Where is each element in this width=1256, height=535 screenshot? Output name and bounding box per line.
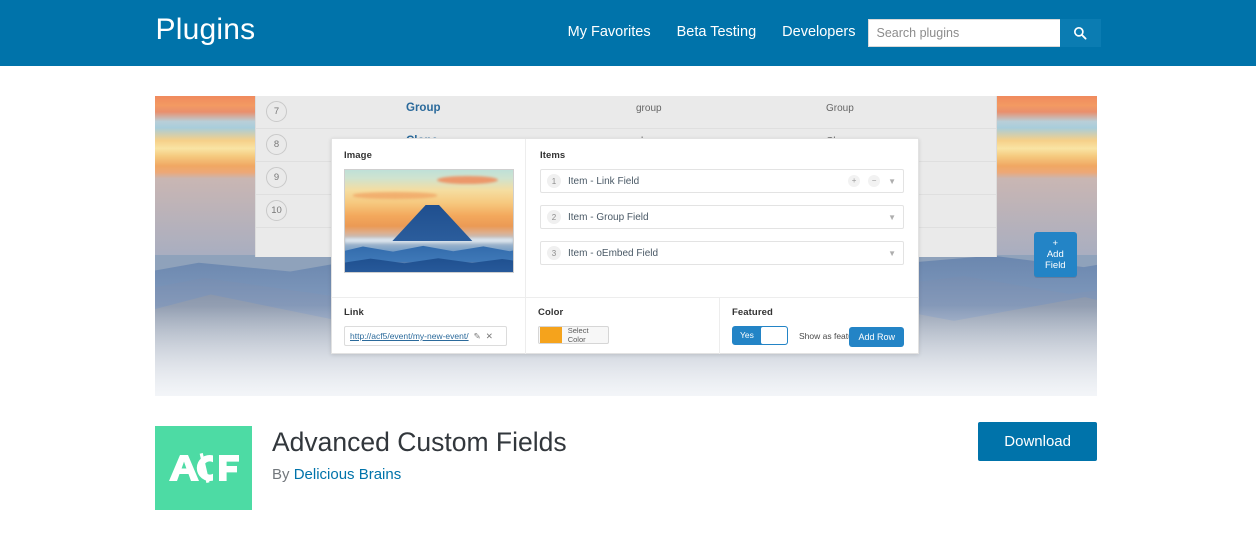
- list-item[interactable]: 2 Item - Group Field ▼: [540, 205, 904, 229]
- add-field-button[interactable]: + Add Field: [1034, 232, 1077, 277]
- primary-nav: My Favorites Beta Testing Developers: [568, 24, 856, 40]
- toggle-knob: [760, 327, 787, 344]
- item-label: Item - Link Field: [568, 175, 640, 187]
- nav-item-beta-testing[interactable]: Beta Testing: [677, 24, 757, 40]
- row-name: group: [636, 103, 662, 114]
- plugin-name: Advanced Custom Fields: [272, 427, 567, 457]
- item-number: 1: [547, 174, 561, 188]
- color-field-group: Color Select Color: [526, 298, 720, 354]
- plugin-logo: [155, 426, 252, 510]
- link-url-text[interactable]: http://acf5/event/my-new-event/: [350, 331, 469, 341]
- search-button[interactable]: [1059, 19, 1101, 47]
- add-row-button[interactable]: Add Row: [849, 327, 904, 347]
- plugin-banner: 7 Group group Group 8 Clone clone Clone …: [155, 96, 1097, 396]
- search-form: [867, 19, 1101, 47]
- caret-down-icon[interactable]: ▼: [888, 249, 896, 258]
- minus-icon[interactable]: −: [868, 175, 881, 187]
- toggle-on-label: Yes: [740, 330, 754, 340]
- featured-field-label: Featured: [732, 307, 773, 318]
- item-label: Item - Group Field: [568, 211, 649, 223]
- color-picker-button[interactable]: Select Color: [538, 326, 609, 344]
- search-input[interactable]: [867, 19, 1060, 47]
- featured-toggle[interactable]: Yes: [732, 326, 788, 345]
- items-field-group: Items 1 Item - Link Field + − ▼ 2 Item -…: [526, 139, 918, 347]
- row-number: 9: [266, 167, 287, 188]
- pencil-icon[interactable]: ✎: [474, 331, 481, 342]
- plugin-author-link[interactable]: Delicious Brains: [294, 466, 402, 483]
- nav-item-developers[interactable]: Developers: [782, 24, 855, 40]
- site-header: Plugins My Favorites Beta Testing Develo…: [0, 0, 1256, 66]
- page-title: Plugins: [155, 13, 256, 46]
- plugin-summary: Advanced Custom Fields By Delicious Brai…: [155, 422, 1097, 510]
- row-number: 7: [266, 101, 287, 122]
- close-icon[interactable]: ✕: [486, 331, 493, 342]
- row-title[interactable]: Group: [406, 102, 441, 114]
- search-icon: [1073, 26, 1087, 40]
- item-number: 2: [547, 210, 561, 224]
- row-type: Group: [826, 103, 854, 114]
- image-field-label: Image: [344, 150, 372, 161]
- plugin-author-line: By Delicious Brains: [272, 466, 401, 483]
- image-thumbnail[interactable]: [344, 169, 514, 273]
- color-swatch: [540, 327, 562, 343]
- image-field-group: Image: [332, 139, 526, 297]
- plugin-by-prefix: By: [272, 466, 294, 483]
- link-field-label: Link: [344, 307, 364, 318]
- acf-logo-icon: [168, 453, 239, 483]
- color-field-label: Color: [538, 307, 564, 318]
- table-row[interactable]: 7 Group group Group: [256, 96, 996, 129]
- plus-icon[interactable]: +: [848, 175, 861, 187]
- caret-down-icon[interactable]: ▼: [888, 177, 896, 186]
- row-number: 8: [266, 134, 287, 155]
- link-field-group: Link http://acf5/event/my-new-event/ ✎ ✕: [332, 298, 526, 354]
- list-item[interactable]: 3 Item - oEmbed Field ▼: [540, 241, 904, 265]
- download-button[interactable]: Download: [978, 422, 1097, 461]
- link-input[interactable]: http://acf5/event/my-new-event/ ✎ ✕: [344, 326, 507, 346]
- field-editor-card: Image Items 1 Item - Link Field + − ▼ 2 …: [331, 138, 919, 354]
- items-field-label: Items: [540, 150, 566, 161]
- row-number: 10: [266, 200, 287, 221]
- color-picker-label: Select Color: [567, 326, 589, 344]
- nav-item-my-favorites[interactable]: My Favorites: [568, 24, 651, 40]
- list-item[interactable]: 1 Item - Link Field + − ▼: [540, 169, 904, 193]
- caret-down-icon[interactable]: ▼: [888, 213, 896, 222]
- item-label: Item - oEmbed Field: [568, 247, 659, 259]
- item-number: 3: [547, 246, 561, 260]
